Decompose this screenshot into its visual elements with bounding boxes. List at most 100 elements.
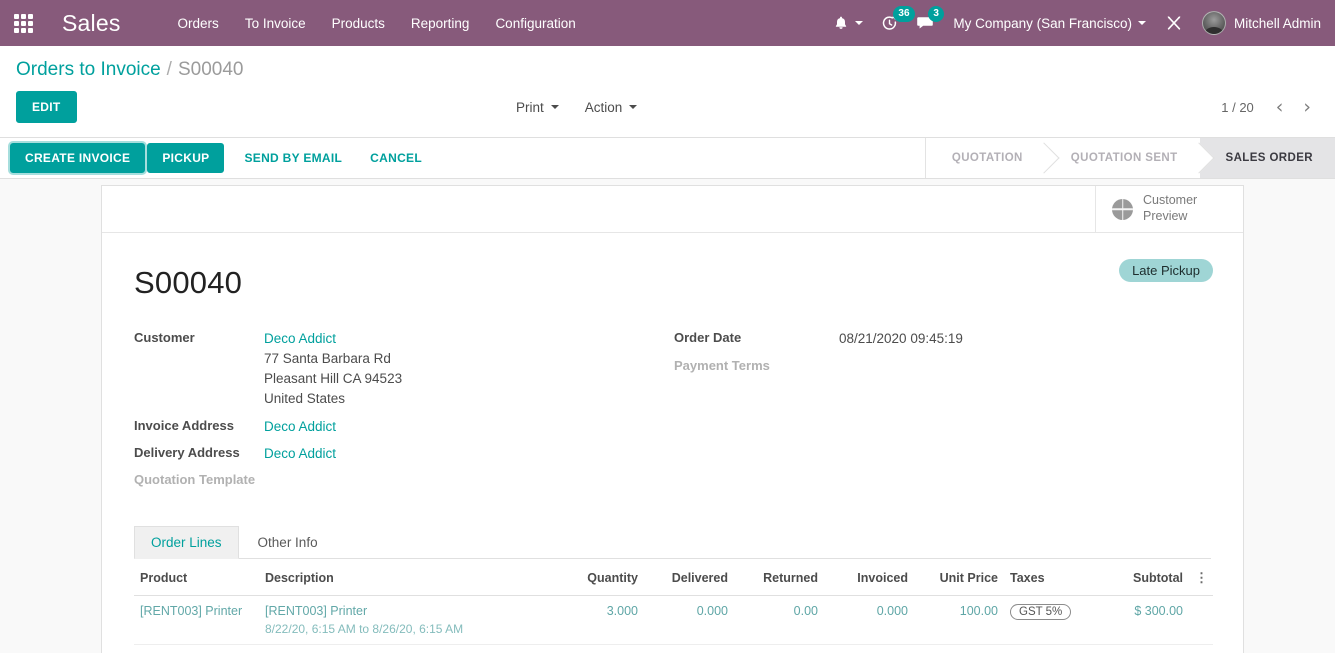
product-link[interactable]: [RENT003] Printer <box>140 604 242 618</box>
cell-row-options <box>1189 595 1213 645</box>
customer-address-line3: United States <box>264 390 346 406</box>
column-header-unit-price[interactable]: Unit Price <box>914 558 1004 596</box>
action-dropdown[interactable]: Action <box>585 100 638 115</box>
column-header-invoiced[interactable]: Invoiced <box>824 558 914 596</box>
field-delivery-address-label: Delivery Address <box>134 444 240 460</box>
description-text: [RENT003] Printer <box>265 603 368 618</box>
field-customer-label: Customer <box>134 330 195 345</box>
fields-right-column: Order Date 08/21/2020 09:45:19 Payment T… <box>674 329 1154 491</box>
cell-description[interactable]: [RENT003] Printer 8/22/20, 6:15 AM to 8/… <box>259 595 549 645</box>
vertical-dots-icon: ⋮ <box>1195 569 1208 585</box>
order-lines-table: Product Description Quantity Delivered R… <box>134 558 1213 653</box>
field-invoice-address-label: Invoice Address <box>134 417 234 433</box>
field-customer-value: Deco Addict 77 Santa Barbara Rd Pleasant… <box>264 329 402 409</box>
tab-other-info[interactable]: Other Info <box>241 526 335 559</box>
customer-preview-button[interactable]: Customer Preview <box>1095 186 1243 232</box>
cell-returned[interactable]: 0.00 <box>734 595 824 645</box>
activities-menu[interactable]: 36 <box>872 0 915 46</box>
fields-left-column: Customer Deco Addict 77 Santa Barbara Rd… <box>134 329 674 491</box>
menu-item-to-invoice[interactable]: To Invoice <box>232 2 319 45</box>
stage-quotation[interactable]: QUOTATION <box>925 138 1045 178</box>
messages-menu[interactable]: 3 <box>907 0 944 46</box>
app-brand-title[interactable]: Sales <box>46 10 127 37</box>
menu-item-configuration[interactable]: Configuration <box>482 2 588 45</box>
stat-buttons-box: Customer Preview <box>102 186 1243 233</box>
column-header-product[interactable]: Product <box>134 558 259 596</box>
control-panel-buttons: EDIT Print Action 1 / 20 ‹ › <box>16 85 1319 137</box>
tools-debug-icon <box>1167 16 1181 30</box>
stage-sales-order[interactable]: SALES ORDER <box>1199 138 1335 178</box>
pager-next-button[interactable]: › <box>1295 96 1319 119</box>
customer-preview-line2: Preview <box>1143 209 1188 223</box>
chevron-down-icon <box>629 105 638 109</box>
menu-item-orders[interactable]: Orders <box>165 2 232 45</box>
pickup-button[interactable]: PICKUP <box>147 143 225 173</box>
field-payment-terms-label: Payment Terms <box>674 357 770 373</box>
cell-description[interactable]: [RENT003] Printer 8/25/20, 6:15 AM to 8/… <box>259 644 549 653</box>
column-header-delivered[interactable]: Delivered <box>644 558 734 596</box>
cell-returned[interactable]: 0.00 <box>734 644 824 653</box>
cell-invoiced[interactable]: 0.000 <box>824 644 914 653</box>
column-header-subtotal[interactable]: Subtotal <box>1089 558 1189 596</box>
avatar <box>1201 11 1226 35</box>
page-title: S00040 <box>134 265 243 300</box>
breadcrumb: Orders to Invoice / S00040 <box>16 46 1319 85</box>
table-row[interactable]: [RENT003] Printer [RENT003] Printer 8/22… <box>134 595 1213 645</box>
cell-quantity[interactable]: 2.000 <box>549 644 644 653</box>
menu-item-reporting[interactable]: Reporting <box>398 2 483 45</box>
apps-menu-button[interactable] <box>0 0 46 46</box>
menu-item-products[interactable]: Products <box>319 2 398 45</box>
table-row[interactable]: [RENT003] Printer [RENT003] Printer 8/25… <box>134 644 1213 653</box>
cell-unit-price[interactable]: 100.00 <box>914 595 1004 645</box>
invoice-address-link[interactable]: Deco Addict <box>264 419 336 434</box>
customer-address-line1: 77 Santa Barbara Rd <box>264 350 391 366</box>
cancel-button[interactable]: CANCEL <box>356 144 436 172</box>
cell-unit-price[interactable]: 150.00 <box>914 644 1004 653</box>
stage-quotation-sent[interactable]: QUOTATION SENT <box>1044 138 1200 178</box>
cell-delivered[interactable]: 0.000 <box>644 644 734 653</box>
bell-icon <box>836 16 847 29</box>
delivery-address-link[interactable]: Deco Addict <box>264 446 336 461</box>
pager-counter: 1 / 20 <box>1221 99 1254 115</box>
cell-product[interactable]: [RENT003] Printer <box>134 644 259 653</box>
developer-tools-menu[interactable] <box>1156 0 1192 46</box>
print-dropdown[interactable]: Print <box>516 100 559 115</box>
apps-grid-icon <box>13 13 33 33</box>
description-period: 8/22/20, 6:15 AM to 8/26/20, 6:15 AM <box>265 621 464 636</box>
field-customer: Customer Deco Addict 77 Santa Barbara Rd… <box>134 329 674 409</box>
fields-group: Customer Deco Addict 77 Santa Barbara Rd… <box>134 329 1211 491</box>
send-by-email-button[interactable]: SEND BY EMAIL <box>230 144 356 172</box>
cell-invoiced[interactable]: 0.000 <box>824 595 914 645</box>
customer-address-line2: Pleasant Hill CA 94523 <box>264 370 403 386</box>
top-navbar: Sales Orders To Invoice Products Reporti… <box>0 0 1335 46</box>
chevron-down-icon <box>1137 21 1146 25</box>
optional-columns-toggle[interactable]: ⋮ <box>1189 558 1213 596</box>
field-order-date-value[interactable]: 08/21/2020 09:45:19 <box>839 329 963 349</box>
breadcrumb-current: S00040 <box>177 59 244 80</box>
edit-button[interactable]: EDIT <box>16 91 77 123</box>
column-header-description[interactable]: Description <box>259 558 549 596</box>
field-quotation-template: Quotation Template <box>134 471 674 487</box>
pager-previous-button[interactable]: ‹ <box>1268 96 1292 119</box>
column-header-quantity[interactable]: Quantity <box>549 558 644 596</box>
tab-order-lines[interactable]: Order Lines <box>134 525 239 559</box>
form-content-area: Customer Preview Late Pickup S00040 Cust… <box>0 179 1335 653</box>
user-menu[interactable]: Mitchell Admin <box>1192 11 1327 35</box>
column-header-returned[interactable]: Returned <box>734 558 824 596</box>
cell-delivered[interactable]: 0.000 <box>644 595 734 645</box>
customer-link[interactable]: Deco Addict <box>264 331 336 346</box>
field-payment-terms: Payment Terms <box>674 357 1154 373</box>
cell-taxes[interactable]: GST 5% <box>1004 644 1089 653</box>
column-header-taxes[interactable]: Taxes <box>1004 558 1089 596</box>
cell-product[interactable]: [RENT003] Printer <box>134 595 259 645</box>
company-switcher[interactable]: My Company (San Francisco) <box>943 16 1156 31</box>
action-label: Action <box>584 99 623 115</box>
globe-icon <box>1112 198 1133 220</box>
breadcrumb-parent[interactable]: Orders to Invoice <box>16 59 161 81</box>
cell-row-options <box>1189 644 1213 653</box>
chevron-down-icon <box>550 105 559 109</box>
create-invoice-button[interactable]: CREATE INVOICE <box>7 141 148 175</box>
cell-taxes[interactable]: GST 5% <box>1004 595 1089 645</box>
notifications-menu[interactable] <box>824 0 872 46</box>
cell-quantity[interactable]: 3.000 <box>549 595 644 645</box>
